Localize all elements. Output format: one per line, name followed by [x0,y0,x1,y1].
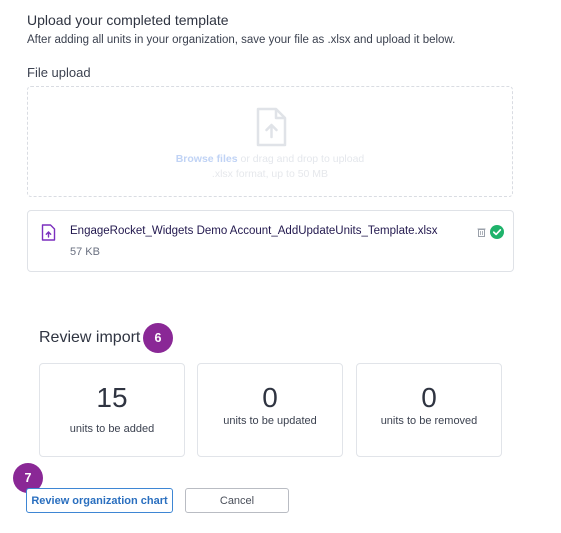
step-badge: 6 [143,323,173,353]
drag-drop-text: or drag and drop to upload [237,153,365,165]
units-added-card: 15 units to be added [39,363,185,457]
units-removed-count: 0 [421,382,437,413]
review-organization-chart-button[interactable]: Review organization chart [26,488,173,513]
upload-section-title: Upload your completed template [27,12,229,28]
review-import-title: Review import [39,329,141,346]
upload-instructions: After adding all units in your organizat… [27,34,456,46]
units-added-label: units to be added [69,423,155,435]
browse-files-link[interactable]: Browse files [176,153,238,165]
file-format-hint: .xlsx format, up to 50 MB [211,168,329,180]
check-circle-icon [490,225,504,239]
units-updated-card: 0 units to be updated [197,363,343,457]
file-size: 57 KB [70,246,100,258]
file-upload-label: File upload [27,65,91,80]
file-name: EngageRocket_Widgets Demo Account_AddUpd… [70,225,438,237]
uploaded-file-card: EngageRocket_Widgets Demo Account_AddUpd… [27,210,514,272]
units-updated-count: 0 [262,382,278,413]
cancel-button[interactable]: Cancel [185,488,289,513]
file-upload-icon [256,107,287,147]
dropzone-instruction: Browse files or drag and drop to upload [28,153,512,165]
file-dropzone[interactable]: Browse files or drag and drop to upload … [27,86,513,197]
file-upload-icon [41,224,56,241]
units-added-count: 15 [96,382,128,413]
trash-icon[interactable] [477,227,486,237]
units-removed-card: 0 units to be removed [356,363,502,457]
units-updated-label: units to be updated [223,415,317,427]
units-removed-label: units to be removed [380,415,478,427]
